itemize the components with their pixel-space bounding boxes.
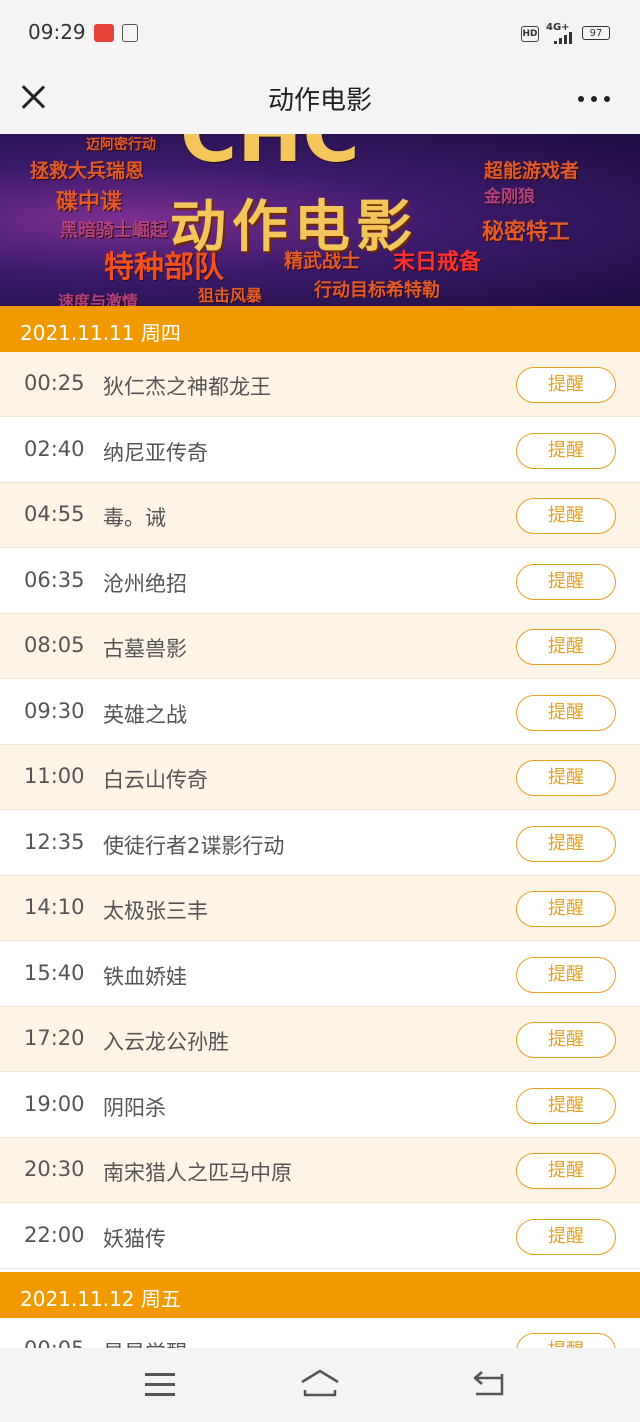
title-bar: 动作电影	[0, 66, 640, 134]
remind-button[interactable]: 提醒	[516, 695, 616, 731]
date-label: 2021.11.11 周四	[20, 321, 181, 345]
back-icon[interactable]	[472, 1370, 504, 1398]
program-time: 09:30	[24, 699, 85, 723]
program-time: 15:40	[24, 961, 85, 985]
banner-title: 行动目标希特勒	[314, 280, 440, 301]
program-title: 古墓兽影	[103, 637, 187, 661]
list-item: 14:10 太极张三丰 提醒	[0, 876, 640, 941]
remind-button[interactable]: 提醒	[516, 891, 616, 927]
list-item: 02:40 纳尼亚传奇 提醒	[0, 418, 640, 483]
remind-button[interactable]: 提醒	[516, 498, 616, 534]
signal-icon	[554, 32, 574, 44]
more-dots-icon[interactable]	[578, 94, 612, 104]
banner-title: 黑暗骑士崛起	[60, 220, 168, 241]
list-item: 06:35 沧州绝招 提醒	[0, 549, 640, 614]
list-item: 20:30 南宋猎人之匹马中原 提醒	[0, 1138, 640, 1203]
program-title: 使徒行者2谍影行动	[103, 834, 285, 858]
banner-title: 速度与激情	[58, 292, 139, 306]
program-title: 英雄之战	[103, 703, 187, 727]
banner-brand: CHC	[180, 134, 360, 180]
status-time: 09:29	[28, 20, 86, 44]
program-title: 白云山传奇	[103, 768, 208, 792]
list-item: 17:20 入云龙公孙胜 提醒	[0, 1007, 640, 1072]
list-item: 12:35 使徒行者2谍影行动 提醒	[0, 811, 640, 876]
remind-button[interactable]: 提醒	[516, 826, 616, 862]
list-item: 15:40 铁血娇娃 提醒	[0, 942, 640, 1007]
system-nav-bar	[0, 1348, 640, 1422]
program-title: 入云龙公孙胜	[103, 1030, 229, 1054]
program-title: 毒。诫	[103, 506, 166, 530]
baidu-paw-icon	[122, 24, 138, 42]
date-header: 2021.11.11 周四	[0, 306, 640, 352]
program-time: 11:00	[24, 764, 85, 788]
list-item: 00:25 狄仁杰之神都龙王 提醒	[0, 352, 640, 417]
program-time: 02:40	[24, 437, 85, 461]
remind-button[interactable]: 提醒	[516, 367, 616, 403]
banner-title: 迈阿密行动	[86, 137, 156, 153]
program-title: 纳尼亚传奇	[103, 441, 208, 465]
program-time: 22:00	[24, 1223, 85, 1247]
program-time: 12:35	[24, 830, 85, 854]
program-title: 南宋猎人之匹马中原	[103, 1161, 292, 1185]
menu-icon[interactable]	[145, 1373, 175, 1396]
banner-title: 狙击风暴	[198, 286, 263, 305]
date-label: 2021.11.12 周五	[20, 1287, 181, 1311]
toutiao-app-icon	[94, 24, 114, 42]
remind-button[interactable]: 提醒	[516, 957, 616, 993]
remind-button[interactable]: 提醒	[516, 629, 616, 665]
program-time: 04:55	[24, 502, 85, 526]
program-time: 06:35	[24, 568, 85, 592]
program-time: 17:20	[24, 1026, 85, 1050]
battery-icon: 97	[582, 26, 610, 40]
remind-button[interactable]: 提醒	[516, 433, 616, 469]
remind-button[interactable]: 提醒	[516, 1022, 616, 1058]
program-title: 阴阳杀	[103, 1096, 166, 1120]
remind-button[interactable]: 提醒	[516, 1088, 616, 1124]
banner-title: 碟中谍	[56, 190, 123, 215]
banner-main-text: 动作电影	[170, 195, 418, 260]
program-time: 14:10	[24, 895, 85, 919]
page-title: 动作电影	[267, 86, 372, 116]
remind-button[interactable]: 提醒	[516, 564, 616, 600]
program-title: 太极张三丰	[103, 899, 208, 923]
program-title: 铁血娇娃	[103, 965, 187, 989]
program-time: 00:25	[24, 371, 85, 395]
banner-title: 拯救大兵瑞恩	[30, 160, 145, 182]
list-item: 08:05 古墓兽影 提醒	[0, 614, 640, 679]
banner-image: CHC 迈阿密行动 拯救大兵瑞恩 碟中谍 黑暗骑士崛起 特种部队 精武战士 末日…	[0, 134, 640, 306]
list-item: 09:30 英雄之战 提醒	[0, 680, 640, 745]
remind-button[interactable]: 提醒	[516, 1219, 616, 1255]
program-title: 狄仁杰之神都龙王	[103, 375, 271, 399]
program-time: 08:05	[24, 633, 85, 657]
program-time: 20:30	[24, 1157, 85, 1181]
hd-icon: HD	[521, 26, 539, 42]
remind-button[interactable]: 提醒	[516, 760, 616, 796]
status-bar: 09:29 HD 4G+ 97	[0, 0, 640, 66]
banner-title: 金刚狼	[484, 187, 535, 207]
list-item: 11:00 白云山传奇 提醒	[0, 745, 640, 810]
list-item: 19:00 阴阳杀 提醒	[0, 1073, 640, 1138]
banner-title: 超能游戏者	[484, 160, 580, 182]
date-header: 2021.11.12 周五	[0, 1272, 640, 1318]
remind-button[interactable]: 提醒	[516, 1153, 616, 1189]
banner-title: 秘密特工	[482, 220, 571, 245]
home-icon[interactable]	[299, 1368, 341, 1398]
list-item: 22:00 妖猫传 提醒	[0, 1204, 640, 1269]
program-title: 沧州绝招	[103, 572, 187, 596]
list-item: 04:55 毒。诫 提醒	[0, 483, 640, 548]
program-title: 妖猫传	[103, 1227, 166, 1251]
program-time: 19:00	[24, 1092, 85, 1116]
